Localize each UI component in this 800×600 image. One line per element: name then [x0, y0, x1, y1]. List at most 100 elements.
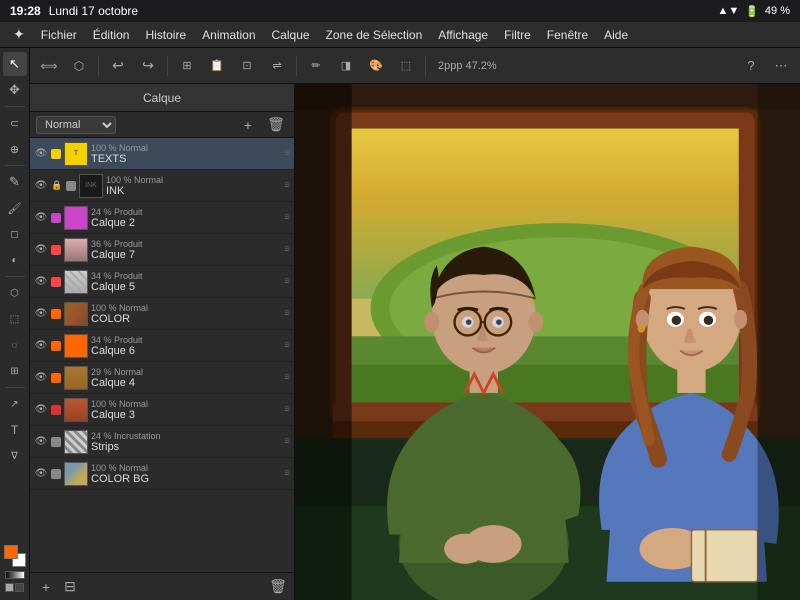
fill-button[interactable]: ◨	[333, 53, 359, 79]
main-area: ↖ ✥ ⊂ ⊕ ✎ 🖌 ◻ ◐ ⬡ ⬚ ◌ ⊞ ↗ T ∇	[0, 48, 800, 600]
paste-button[interactable]: 📋	[204, 53, 230, 79]
layer-eye-icon[interactable]: 👁	[34, 339, 48, 353]
menu-fichier[interactable]: Fichier	[34, 26, 84, 44]
tool-gradient[interactable]: ↗	[3, 392, 27, 416]
layer-menu-icon[interactable]: ≡	[284, 372, 290, 383]
layer-row[interactable]: 👁 34 % Produit Calque 5 ≡	[30, 266, 294, 298]
layer-info: 24 % Produit Calque 2	[91, 207, 281, 229]
layer-name: Calque 3	[91, 409, 281, 421]
layer-name: Calque 4	[91, 377, 281, 389]
menu-fenetre[interactable]: Fenêtre	[540, 26, 595, 44]
copy-button[interactable]: ⊞	[174, 53, 200, 79]
layer-eye-icon[interactable]: 👁	[34, 275, 48, 289]
tool-brush[interactable]: 🖌	[3, 196, 27, 220]
menu-aide[interactable]: Aide	[597, 26, 635, 44]
tool-lasso[interactable]: ⊂	[3, 111, 27, 135]
layer-delete-button[interactable]: 🗑	[264, 113, 288, 137]
layer-lock-icon[interactable]: 🔒	[51, 180, 63, 192]
layer-eye-icon[interactable]: 👁	[34, 211, 48, 225]
layer-row[interactable]: 👁 100 % Normal COLOR BG ≡	[30, 458, 294, 490]
gradient-swatch[interactable]	[5, 571, 25, 579]
tool-ellipse[interactable]: ◌	[3, 333, 27, 357]
layer-thumbnail	[64, 430, 88, 454]
layer-row[interactable]: 👁 24 % Produit Calque 2 ≡	[30, 202, 294, 234]
layer-eye-icon[interactable]: 👁	[34, 179, 48, 193]
layer-menu-icon[interactable]: ≡	[284, 212, 290, 223]
tool-eraser[interactable]: ◻	[3, 222, 27, 246]
color-button[interactable]: 🎨	[363, 53, 389, 79]
layer-menu-icon[interactable]: ≡	[284, 244, 290, 255]
tool-symmetry[interactable]: ⟺	[36, 53, 62, 79]
layer-row[interactable]: 👁 T 100 % Normal TEXTS ≡	[30, 138, 294, 170]
layer-add-button[interactable]: +	[236, 113, 260, 137]
arrange-button[interactable]: ⊡	[234, 53, 260, 79]
tool-shape[interactable]: ⬡	[3, 281, 27, 305]
layer-row[interactable]: 👁 100 % Normal Calque 3 ≡	[30, 394, 294, 426]
redo-button[interactable]: ↪	[135, 53, 161, 79]
more-options[interactable]: ⋯	[768, 53, 794, 79]
tool-crop[interactable]: ⊕	[3, 137, 27, 161]
layer-menu-icon[interactable]: ≡	[284, 148, 290, 159]
flip-button[interactable]: ⇌	[264, 53, 290, 79]
tool-divider-3	[5, 276, 25, 277]
gray-swatch[interactable]	[5, 583, 14, 592]
layer-menu-icon[interactable]: ≡	[284, 180, 290, 191]
layer-eye-icon[interactable]: 👁	[34, 371, 48, 385]
layer-eye-icon[interactable]: 👁	[34, 435, 48, 449]
menu-histoire[interactable]: Histoire	[138, 26, 193, 44]
layer-menu-icon[interactable]: ≡	[284, 436, 290, 447]
tool-grid[interactable]: ⊞	[3, 359, 27, 383]
status-bar: 19:28 Lundi 17 octobre ▲▼ 🔋 49 %	[0, 0, 800, 22]
layer-row[interactable]: 👁 34 % Produit Calque 6 ≡	[30, 330, 294, 362]
tool-stamp[interactable]: ∇	[3, 444, 27, 468]
layer-color-indicator	[51, 437, 61, 447]
shape-tool[interactable]: ⬚	[393, 53, 419, 79]
menu-edition[interactable]: Édition	[86, 26, 137, 44]
layer-row[interactable]: 👁 29 % Normal Calque 4 ≡	[30, 362, 294, 394]
layer-mode-pct: 24 % Produit	[91, 207, 281, 217]
layer-menu-icon[interactable]: ≡	[284, 276, 290, 287]
layer-eye-icon[interactable]: 👁	[34, 147, 48, 161]
undo-button[interactable]: ↩	[105, 53, 131, 79]
layer-row[interactable]: 👁 36 % Produit Calque 7 ≡	[30, 234, 294, 266]
menu-selection[interactable]: Zone de Sélection	[319, 26, 430, 44]
dark-swatch[interactable]	[15, 583, 24, 592]
layer-eye-icon[interactable]: 👁	[34, 307, 48, 321]
tool-divider-1	[5, 106, 25, 107]
menu-affichage[interactable]: Affichage	[431, 26, 495, 44]
menu-calque[interactable]: Calque	[265, 26, 317, 44]
layer-row[interactable]: 👁 🔒 INK 100 % Normal INK ≡	[30, 170, 294, 202]
layer-menu-icon[interactable]: ≡	[284, 308, 290, 319]
layer-row[interactable]: 👁 100 % Normal COLOR ≡	[30, 298, 294, 330]
layer-menu-icon[interactable]: ≡	[284, 468, 290, 479]
layer-info: 29 % Normal Calque 4	[91, 367, 281, 389]
layer-menu-icon[interactable]: ≡	[284, 340, 290, 351]
layer-eye-icon[interactable]: 👁	[34, 243, 48, 257]
blend-mode-select[interactable]: Normal Produit Incrustation	[36, 116, 116, 134]
layer-eye-icon[interactable]: 👁	[34, 403, 48, 417]
layer-name: Calque 6	[91, 345, 281, 357]
tool-fill[interactable]: ◐	[3, 248, 27, 272]
tool-move[interactable]: ✥	[3, 78, 27, 102]
layer-thumbnail	[64, 206, 88, 230]
layer-menu-icon[interactable]: ≡	[284, 404, 290, 415]
tool-select[interactable]: ↖	[3, 52, 27, 76]
tool-transform[interactable]: ⬡	[66, 53, 92, 79]
layer-row[interactable]: 👁 24 % Incrustation Strips ≡	[30, 426, 294, 458]
tool-pen[interactable]: ✎	[3, 170, 27, 194]
add-layer-button[interactable]: +	[36, 577, 56, 597]
stroke-button[interactable]: ✏	[303, 53, 329, 79]
canvas-area[interactable]	[295, 84, 800, 600]
menu-animation[interactable]: Animation	[195, 26, 262, 44]
layer-color-indicator	[51, 213, 61, 223]
delete-layer-button[interactable]: 🗑	[268, 577, 288, 597]
help-button[interactable]: ?	[738, 53, 764, 79]
wifi-icon: ▲▼	[717, 5, 739, 17]
menu-filtre[interactable]: Filtre	[497, 26, 538, 44]
tool-text[interactable]: T	[3, 418, 27, 442]
group-layers-button[interactable]: ⊟	[60, 577, 80, 597]
layer-eye-icon[interactable]: 👁	[34, 467, 48, 481]
tool-rect[interactable]: ⬚	[3, 307, 27, 331]
foreground-color-swatch[interactable]	[4, 545, 18, 559]
layer-mode-pct: 100 % Normal	[91, 303, 281, 313]
